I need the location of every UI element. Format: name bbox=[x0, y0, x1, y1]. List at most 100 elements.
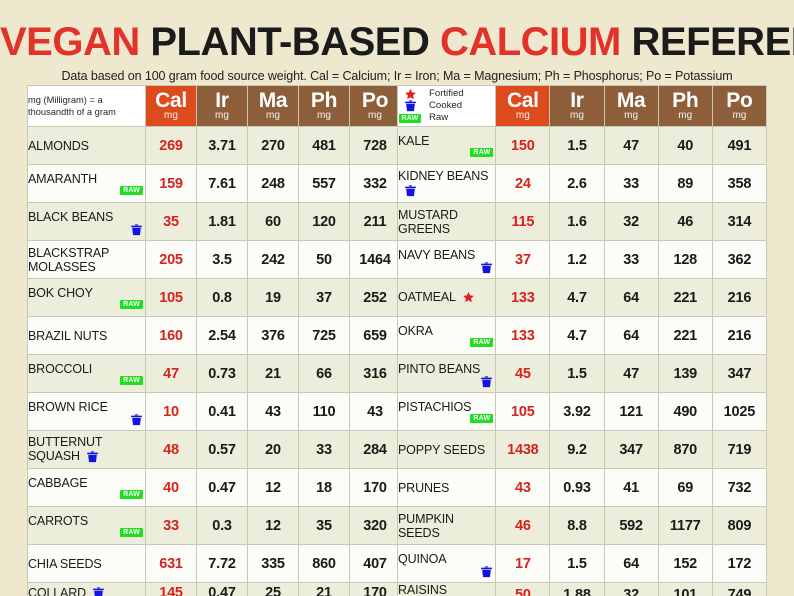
pot-icon bbox=[130, 224, 143, 236]
value-ph: 89 bbox=[658, 165, 712, 202]
value-cal: 50 bbox=[496, 583, 550, 596]
value-po: 320 bbox=[350, 507, 400, 544]
food-name-cell: BROCCOLI RAW bbox=[28, 355, 145, 392]
right-table-header: Fortified Cooked RAW Raw Cal mg Ir mg Ma… bbox=[398, 86, 766, 126]
left-table-header: mg (Milligram) = a thousandth of a gram … bbox=[28, 86, 400, 126]
column-header-po-right: Po mg bbox=[712, 86, 766, 126]
value-po: 1464 bbox=[350, 241, 400, 278]
legend-label-cooked: Cooked bbox=[429, 100, 463, 112]
table-row: BROWN RICE 10 0.41 43 110 43 bbox=[28, 393, 400, 430]
table-row: BOK CHOY RAW 105 0.8 19 37 252 bbox=[28, 279, 400, 316]
table-row: PUMPKIN SEEDS 46 8.8 592 1177 809 bbox=[398, 507, 766, 544]
food-badge bbox=[398, 262, 495, 274]
value-ma: 347 bbox=[604, 431, 658, 468]
value-ir: 0.8 bbox=[197, 279, 247, 316]
raw-badge-icon: RAW bbox=[470, 148, 494, 158]
food-name: ALMONDS bbox=[28, 138, 89, 153]
food-name: BUTTERNUT SQUASH bbox=[28, 435, 103, 464]
value-ph: 35 bbox=[299, 507, 349, 544]
column-header-cal-abbr: Cal bbox=[155, 88, 187, 112]
right-table-wrapper: Fortified Cooked RAW Raw Cal mg Ir mg Ma… bbox=[397, 85, 767, 596]
column-header-cal: Cal mg bbox=[146, 86, 196, 126]
star-icon bbox=[462, 291, 475, 305]
value-ir: 0.73 bbox=[197, 355, 247, 392]
value-po: 749 bbox=[712, 583, 766, 596]
value-cal: 46 bbox=[496, 507, 550, 544]
food-badge bbox=[404, 184, 419, 198]
food-name: MUSTARD GREENS bbox=[398, 207, 458, 236]
value-ph: 152 bbox=[658, 545, 712, 582]
table-row: POPPY SEEDS 1438 9.2 347 870 719 bbox=[398, 431, 766, 468]
food-name-cell: CABBAGE RAW bbox=[28, 469, 145, 506]
column-header-ir: Ir mg bbox=[197, 86, 247, 126]
column-header-ma-abbr: Ma bbox=[258, 88, 288, 112]
column-header-ph: Ph mg bbox=[299, 86, 349, 126]
title-word-reference: REFERENCE bbox=[631, 20, 794, 64]
legend-label-raw: Raw bbox=[429, 112, 449, 124]
value-ir: 3.71 bbox=[197, 127, 247, 164]
value-ir: 7.61 bbox=[197, 165, 247, 202]
food-name-cell: PRUNES bbox=[398, 469, 496, 506]
value-ph: 40 bbox=[658, 127, 712, 164]
table-row: NAVY BEANS 37 1.2 33 128 362 bbox=[398, 241, 766, 278]
value-ph: 101 bbox=[658, 583, 712, 596]
value-ma: 12 bbox=[248, 469, 298, 506]
tables-container: mg (Milligram) = a thousandth of a gram … bbox=[27, 85, 767, 596]
value-ph: 725 bbox=[299, 317, 349, 354]
food-name-cell: PINTO BEANS bbox=[398, 355, 496, 392]
value-ma: 64 bbox=[604, 317, 658, 354]
food-name: RAISINS bbox=[398, 583, 447, 596]
value-ma: 335 bbox=[248, 545, 298, 582]
table-row: AMARANTH RAW 159 7.61 248 557 332 bbox=[28, 165, 400, 202]
food-name: AMARANTH bbox=[28, 172, 97, 186]
value-cal: 115 bbox=[496, 203, 550, 240]
food-name: OKRA bbox=[398, 324, 433, 338]
value-ir: 7.72 bbox=[197, 545, 247, 582]
value-ph: 490 bbox=[658, 393, 712, 430]
value-ir: 1.88 bbox=[550, 583, 604, 596]
legend-label-fortified: Fortified bbox=[429, 88, 464, 100]
value-ir: 4.7 bbox=[550, 279, 604, 316]
value-ma: 25 bbox=[248, 583, 298, 596]
value-ir: 2.6 bbox=[550, 165, 604, 202]
column-header-ir-right-abbr: Ir bbox=[570, 88, 584, 112]
value-cal: 40 bbox=[146, 469, 196, 506]
right-header-row: Fortified Cooked RAW Raw Cal mg Ir mg Ma… bbox=[398, 86, 766, 126]
column-header-ir-right: Ir mg bbox=[550, 86, 604, 126]
value-ir: 9.2 bbox=[550, 431, 604, 468]
value-ma: 121 bbox=[604, 393, 658, 430]
value-cal: 160 bbox=[146, 317, 196, 354]
table-row: PRUNES 43 0.93 41 69 732 bbox=[398, 469, 766, 506]
value-cal: 205 bbox=[146, 241, 196, 278]
value-ma: 12 bbox=[248, 507, 298, 544]
food-name-cell: BRAZIL NUTS bbox=[28, 317, 145, 354]
calcium-reference-infographic: VEGAN PLANT-BASED CALCIUM REFERENCE Data… bbox=[0, 0, 794, 596]
value-po: 358 bbox=[712, 165, 766, 202]
star-icon bbox=[398, 88, 422, 101]
value-ma: 43 bbox=[248, 393, 298, 430]
value-cal: 24 bbox=[496, 165, 550, 202]
food-name: KALE bbox=[398, 134, 430, 148]
value-ph: 139 bbox=[658, 355, 712, 392]
value-ph: 37 bbox=[299, 279, 349, 316]
table-row: PINTO BEANS 45 1.5 47 139 347 bbox=[398, 355, 766, 392]
title-word-calcium: CALCIUM bbox=[439, 20, 621, 64]
value-ma: 33 bbox=[604, 241, 658, 278]
food-badge: RAW bbox=[28, 376, 145, 386]
left-table-wrapper: mg (Milligram) = a thousandth of a gram … bbox=[27, 85, 401, 596]
value-cal: 47 bbox=[146, 355, 196, 392]
value-po: 172 bbox=[712, 545, 766, 582]
right-nutrient-table: Fortified Cooked RAW Raw Cal mg Ir mg Ma… bbox=[397, 85, 767, 596]
food-name-cell: BLACKSTRAP MOLASSES bbox=[28, 241, 145, 278]
value-cal: 17 bbox=[496, 545, 550, 582]
column-header-cal-right-unit: mg bbox=[515, 110, 530, 122]
value-cal: 269 bbox=[146, 127, 196, 164]
title-word-plantbased: PLANT-BASED bbox=[150, 20, 430, 64]
value-ma: 270 bbox=[248, 127, 298, 164]
table-row: BRAZIL NUTS 160 2.54 376 725 659 bbox=[28, 317, 400, 354]
raw-badge-icon: RAW bbox=[470, 414, 494, 424]
value-po: 491 bbox=[712, 127, 766, 164]
food-name-cell: BOK CHOY RAW bbox=[28, 279, 145, 316]
value-cal: 43 bbox=[496, 469, 550, 506]
value-po: 728 bbox=[350, 127, 400, 164]
